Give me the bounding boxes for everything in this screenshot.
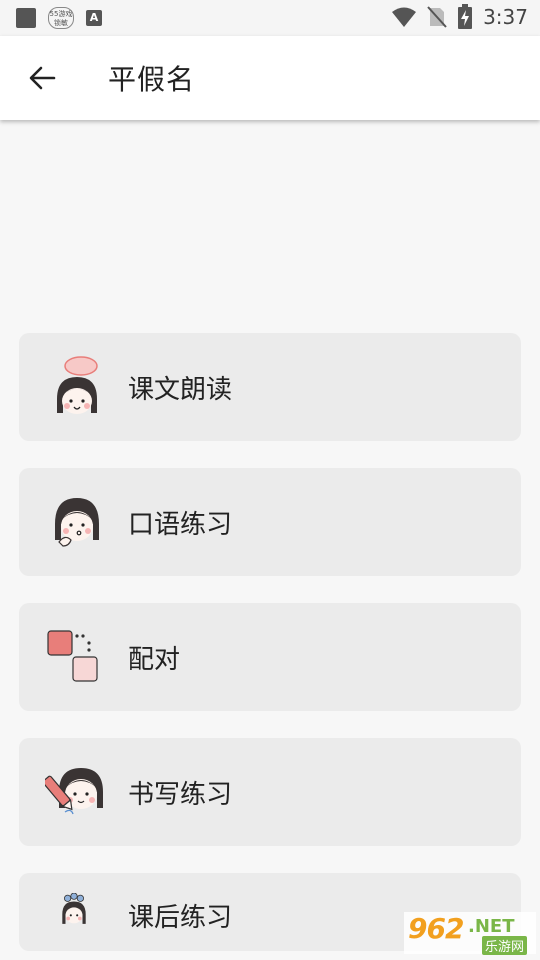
status-bar-right: 3:37	[391, 4, 528, 30]
girl-pencil-icon	[45, 768, 103, 815]
status-bar: 55游戏 锁敏 A 3:37	[0, 0, 540, 36]
wifi-icon	[392, 7, 417, 27]
menu-item-text-reading[interactable]: 课文朗读	[19, 333, 521, 441]
watermark-net: .NET	[468, 916, 515, 937]
status-bar-left: 55游戏 锁敏 A	[16, 7, 102, 29]
girl-thinking-icon	[55, 498, 99, 547]
game-badge-icon: 55游戏 锁敏	[48, 7, 74, 29]
a-notification-icon: A	[86, 10, 102, 26]
back-button[interactable]	[24, 60, 60, 96]
app-bar: 平假名	[0, 36, 540, 120]
menu-item-writing-practice[interactable]: 书写练习	[19, 738, 521, 846]
battery-charging-icon	[458, 4, 473, 29]
menu-item-matching[interactable]: 配对	[19, 603, 521, 711]
menu-item-label: 口语练习	[128, 510, 233, 540]
menu-item-speaking-practice[interactable]: 口语练习	[19, 468, 521, 576]
girl-speech-bubble-icon	[57, 356, 98, 414]
clock: 3:37	[483, 5, 528, 29]
menu-item-label: 课文朗读	[128, 375, 233, 405]
notification-square-icon	[16, 8, 36, 28]
matching-squares-icon	[47, 630, 98, 682]
site-watermark-logo: 962 .NET 乐游网	[404, 912, 536, 955]
watermark-number: 962	[408, 912, 464, 945]
menu-item-label: 课后练习	[128, 903, 233, 933]
no-sim-icon	[427, 6, 447, 28]
watermark-cn: 乐游网	[482, 936, 528, 955]
menu-item-label: 书写练习	[128, 780, 233, 810]
page-title: 平假名	[108, 63, 196, 96]
menu-item-label: 配对	[128, 645, 181, 675]
arrow-left-icon	[29, 66, 56, 90]
girl-small-icon	[62, 893, 86, 924]
